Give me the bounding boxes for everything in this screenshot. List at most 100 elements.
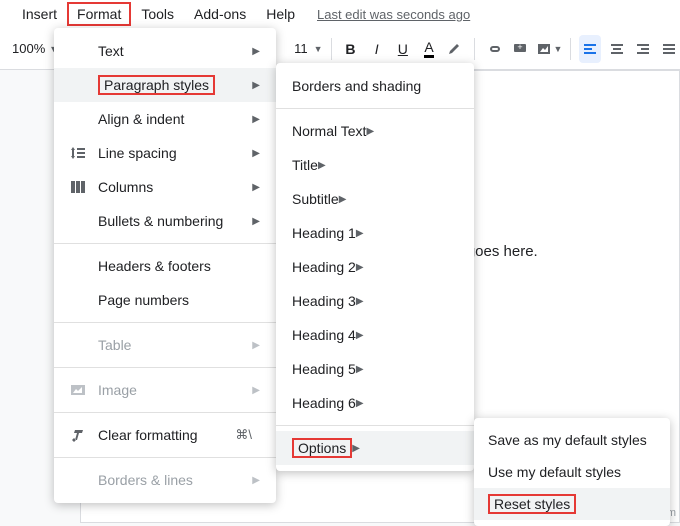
comment-button[interactable]: + [509, 35, 531, 63]
menu-label: Columns [98, 179, 252, 195]
last-edit-link[interactable]: Last edit was seconds ago [317, 7, 470, 22]
menubar: Insert Format Tools Add-ons Help Last ed… [0, 0, 680, 28]
chevron-right-icon: ▶ [356, 364, 364, 375]
align-left-button[interactable] [579, 35, 601, 63]
menu-format[interactable]: Format [67, 2, 131, 26]
menu-label: Align & indent [98, 111, 252, 127]
align-right-button[interactable] [632, 35, 654, 63]
align-center-button[interactable] [605, 35, 627, 63]
menu-addons[interactable]: Add-ons [184, 2, 256, 26]
format-table: Table ▶ [54, 328, 276, 362]
menu-divider [276, 425, 474, 426]
paragraph-styles-submenu: Borders and shading Normal Text ▶ Title … [276, 63, 474, 471]
font-size-selector[interactable]: 11 ▼ [294, 41, 322, 56]
format-bullets-numbering[interactable]: Bullets & numbering ▶ [54, 204, 276, 238]
zoom-value: 100% [12, 41, 45, 56]
menu-label: Table [98, 337, 252, 353]
align-left-icon [582, 41, 598, 57]
menu-divider [54, 367, 276, 368]
chevron-right-icon: ▶ [339, 194, 347, 205]
menu-label: Heading 2 [292, 259, 356, 275]
style-heading-2[interactable]: Heading 2 ▶ [276, 250, 474, 284]
format-image: Image ▶ [54, 373, 276, 407]
reset-styles[interactable]: Reset styles [474, 488, 670, 520]
chevron-right-icon: ▶ [352, 443, 360, 454]
chevron-right-icon: ▶ [252, 80, 260, 91]
menu-divider [54, 243, 276, 244]
borders-and-shading[interactable]: Borders and shading [276, 69, 474, 103]
style-heading-5[interactable]: Heading 5 ▶ [276, 352, 474, 386]
menu-label: Headers & footers [98, 258, 260, 274]
chevron-right-icon: ▶ [366, 126, 374, 137]
menu-label: Normal Text [292, 123, 366, 139]
menu-label: Save as my default styles [488, 432, 647, 448]
chevron-right-icon: ▶ [252, 46, 260, 57]
format-line-spacing[interactable]: Line spacing ▶ [54, 136, 276, 170]
chevron-right-icon: ▶ [356, 398, 364, 409]
save-default-styles[interactable]: Save as my default styles [474, 424, 670, 456]
menu-help[interactable]: Help [256, 2, 305, 26]
menu-label: Image [98, 382, 252, 398]
use-default-styles[interactable]: Use my default styles [474, 456, 670, 488]
menu-label: Heading 5 [292, 361, 356, 377]
image-icon [70, 382, 98, 398]
format-paragraph-styles[interactable]: Paragraph styles ▶ [54, 68, 276, 102]
chevron-right-icon: ▶ [252, 182, 260, 193]
style-heading-1[interactable]: Heading 1 ▶ [276, 216, 474, 250]
bold-button[interactable]: B [339, 35, 361, 63]
menu-label: Use my default styles [488, 464, 621, 480]
options-submenu: Save as my default styles Use my default… [474, 418, 670, 526]
menu-label: Options [292, 438, 352, 458]
style-heading-3[interactable]: Heading 3 ▶ [276, 284, 474, 318]
toolbar-separator [331, 38, 332, 60]
comment-icon: + [512, 41, 528, 57]
image-button[interactable]: ▼ [536, 35, 563, 63]
menu-divider [54, 457, 276, 458]
format-align-indent[interactable]: Align & indent ▶ [54, 102, 276, 136]
format-text[interactable]: Text ▶ [54, 34, 276, 68]
menu-label: Bullets & numbering [98, 213, 252, 229]
chevron-down-icon: ▼ [554, 44, 563, 54]
style-options[interactable]: Options ▶ [276, 431, 474, 465]
style-subtitle[interactable]: Subtitle ▶ [276, 182, 474, 216]
align-justify-icon [661, 41, 677, 57]
italic-button[interactable]: I [366, 35, 388, 63]
chevron-right-icon: ▶ [356, 296, 364, 307]
underline-button[interactable]: U [392, 35, 414, 63]
menu-label: Text [98, 43, 252, 59]
clear-formatting-icon [70, 427, 98, 443]
format-columns[interactable]: Columns ▶ [54, 170, 276, 204]
format-clear-formatting[interactable]: Clear formatting ⌘\ [54, 418, 276, 452]
menu-tools[interactable]: Tools [131, 2, 184, 26]
toolbar-separator [570, 38, 571, 60]
style-heading-4[interactable]: Heading 4 ▶ [276, 318, 474, 352]
format-dropdown: Text ▶ Paragraph styles ▶ Align & indent… [54, 28, 276, 503]
text-color-button[interactable]: A [418, 35, 440, 63]
highlight-button[interactable] [444, 35, 466, 63]
link-icon [486, 41, 502, 57]
link-button[interactable] [483, 35, 505, 63]
image-icon [536, 41, 552, 57]
format-borders-lines: Borders & lines ▶ [54, 463, 276, 497]
columns-icon [70, 179, 98, 195]
format-page-numbers[interactable]: Page numbers [54, 283, 276, 317]
chevron-right-icon: ▶ [252, 340, 260, 351]
style-heading-6[interactable]: Heading 6 ▶ [276, 386, 474, 420]
menu-label: Title [292, 157, 318, 173]
chevron-right-icon: ▶ [356, 330, 364, 341]
chevron-right-icon: ▶ [318, 160, 326, 171]
style-title[interactable]: Title ▶ [276, 148, 474, 182]
menu-label: Paragraph styles [98, 75, 252, 95]
menu-label: Line spacing [98, 145, 252, 161]
menu-divider [54, 322, 276, 323]
menu-insert[interactable]: Insert [12, 2, 67, 26]
chevron-right-icon: ▶ [252, 475, 260, 486]
chevron-right-icon: ▶ [252, 385, 260, 396]
style-normal-text[interactable]: Normal Text ▶ [276, 114, 474, 148]
format-headers-footers[interactable]: Headers & footers [54, 249, 276, 283]
chevron-right-icon: ▶ [252, 216, 260, 227]
align-justify-button[interactable] [658, 35, 680, 63]
menu-label: Reset styles [488, 494, 576, 514]
menu-label: Borders & lines [98, 472, 252, 488]
menu-label: Heading 6 [292, 395, 356, 411]
